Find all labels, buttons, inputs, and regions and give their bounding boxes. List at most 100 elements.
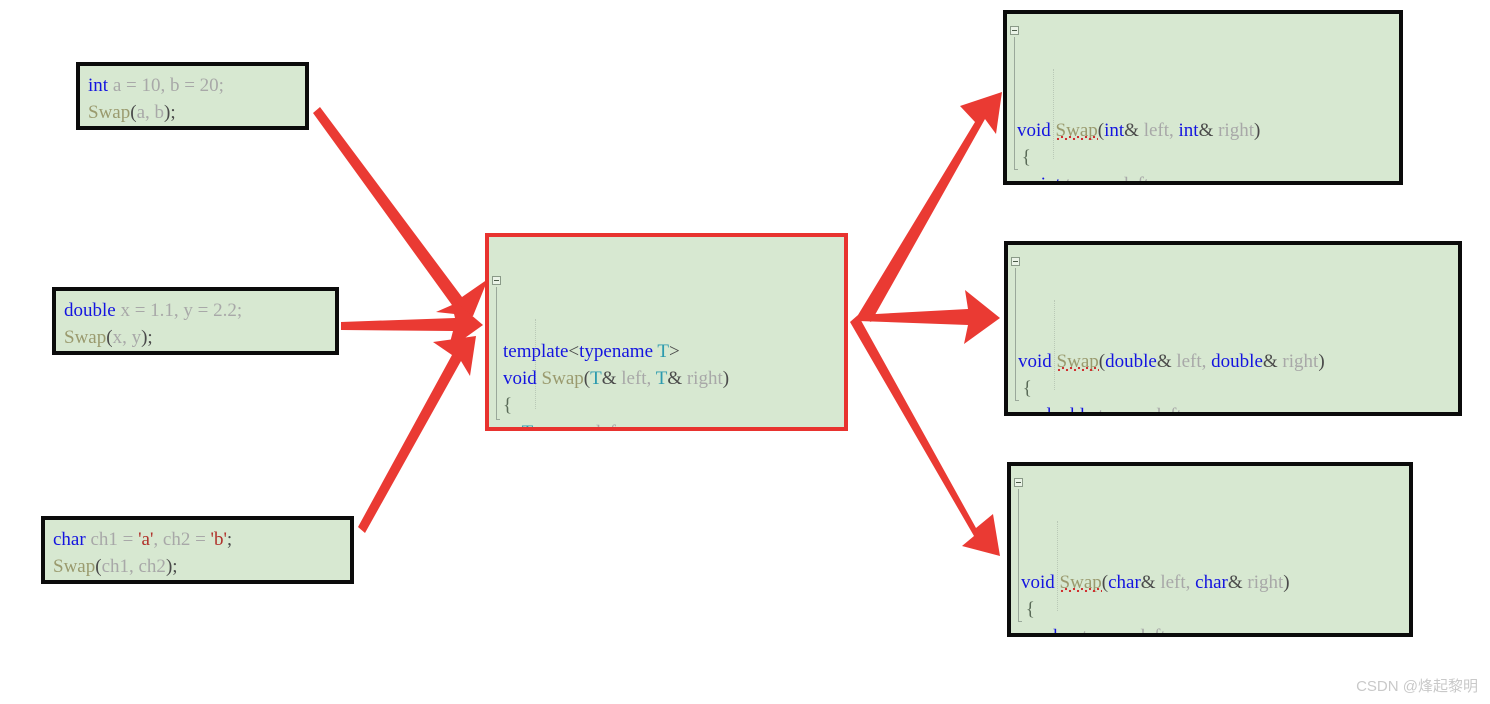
diagram-canvas: int a = 10, b = 20; Swap(a, b); double x …	[0, 0, 1490, 704]
scope-guide-line	[1014, 37, 1018, 170]
template-swap-line-3: {	[503, 392, 844, 419]
arrow-double-call-to-template	[341, 297, 483, 350]
scope-guide-line	[1018, 489, 1022, 622]
collapse-toggle-icon[interactable]	[1010, 26, 1019, 35]
code-token: >	[669, 341, 680, 362]
arrow-template-to-swap-double	[858, 290, 1000, 344]
code-token: double	[64, 300, 116, 321]
code-token: &	[1124, 120, 1139, 141]
code-token: void	[1017, 120, 1051, 141]
code-token-squiggly: Swap	[1056, 351, 1099, 372]
swap-int-line-1: void Swap(int& left, int& right)	[1017, 117, 1399, 144]
code-token: {	[503, 395, 513, 416]
code-token: int	[1104, 120, 1125, 141]
code-token: );	[165, 556, 178, 577]
call-double-line-1: double x = 1.1, y = 2.2;	[64, 297, 335, 324]
code-token: char	[53, 529, 86, 550]
call-char-line-2: Swap(ch1, ch2);	[53, 553, 350, 580]
call-site-char: char ch1 = 'a', ch2 = 'b'; Swap(ch1, ch2)…	[41, 516, 354, 584]
code-token: );	[164, 102, 176, 123]
code-token: &	[1156, 351, 1172, 372]
code-token: 'a'	[138, 529, 154, 550]
code-token: right	[682, 368, 723, 389]
template-definition-box: template<typename T> void Swap(T& left, T…	[485, 233, 848, 431]
code-token: ch1 =	[85, 529, 139, 550]
arrow-int-call-to-template	[313, 107, 488, 316]
instantiation-box-char: void Swap(char& left, char& right) { cha…	[1007, 462, 1413, 637]
code-token: T	[657, 341, 670, 362]
code-token: right	[1242, 572, 1284, 593]
instantiation-box-int: void Swap(int& left, int& right) { int t…	[1003, 10, 1403, 185]
swap-int-line-3: int temp = left;	[1017, 171, 1399, 185]
code-token: ;	[226, 529, 233, 550]
code-token: Swap	[88, 102, 131, 123]
call-int-line-2: Swap(a, b);	[88, 99, 305, 126]
call-char-line-1: char ch1 = 'a', ch2 = 'b';	[53, 526, 350, 553]
code-token: temp = left;	[533, 422, 627, 427]
arrow-template-to-swap-int	[858, 92, 1002, 322]
call-site-double: double x = 1.1, y = 2.2; Swap(x, y);	[52, 287, 339, 355]
code-token: void	[1018, 351, 1052, 372]
code-token: Swap	[53, 556, 96, 577]
code-token: {	[1021, 599, 1035, 620]
code-token: , ch2 =	[153, 529, 211, 550]
code-token: temp = left;	[1093, 405, 1188, 416]
code-token: &	[667, 368, 683, 389]
code-token: left,	[1171, 351, 1212, 372]
code-token: a = 10, b = 20;	[108, 75, 224, 96]
code-token: )	[722, 368, 730, 389]
code-token: int	[1178, 120, 1199, 141]
code-token: &	[1227, 572, 1243, 593]
code-token: 'b'	[210, 529, 227, 550]
code-token: {	[1018, 378, 1032, 399]
swap-double-line-3: double temp = left;	[1018, 402, 1458, 416]
template-swap-line-2: void Swap(T& left, T& right)	[503, 365, 844, 392]
collapse-toggle-icon[interactable]	[1011, 257, 1020, 266]
template-swap-line-1: template<typename T>	[503, 338, 844, 365]
arrow-char-call-to-template	[358, 336, 476, 533]
code-token: double	[1105, 351, 1157, 372]
csdn-watermark: CSDN @烽起黎明	[1356, 678, 1478, 695]
code-token: char	[1044, 626, 1078, 637]
code-token: )	[1283, 572, 1290, 593]
code-token: left,	[1155, 572, 1196, 593]
collapse-toggle-icon[interactable]	[492, 276, 501, 285]
code-token: Swap	[64, 327, 107, 348]
code-token: right	[1277, 351, 1319, 372]
code-token-squiggly: Swap	[1059, 572, 1102, 593]
code-token: T	[522, 422, 533, 427]
code-token: &	[1198, 120, 1214, 141]
code-token: int	[1040, 174, 1061, 185]
swap-char-line-3: char temp = left;	[1021, 623, 1409, 637]
template-swap-line-4: T temp = left;	[503, 419, 844, 427]
arrow-template-to-swap-char	[850, 315, 1000, 556]
code-token: temp = left;	[1060, 174, 1155, 185]
code-token: char	[1108, 572, 1141, 593]
code-token-squiggly: Swap	[1055, 120, 1098, 141]
code-token: T	[655, 368, 668, 389]
code-token: void	[1021, 572, 1055, 593]
code-token: {	[1017, 147, 1031, 168]
swap-double-line-1: void Swap(double& left, double& right)	[1018, 348, 1458, 375]
code-token: ch1, ch2	[101, 556, 166, 577]
code-token: )	[1254, 120, 1261, 141]
code-token: )	[1318, 351, 1325, 372]
code-token: left,	[1138, 120, 1179, 141]
collapse-toggle-icon[interactable]	[1014, 478, 1023, 487]
swap-double-line-2: {	[1018, 375, 1458, 402]
instantiation-box-double: void Swap(double& left, double& right) {…	[1004, 241, 1462, 416]
code-token: x = 1.1, y = 2.2;	[115, 300, 243, 321]
code-token: right	[1213, 120, 1254, 141]
code-token: template	[503, 341, 569, 362]
code-token: a, b	[136, 102, 164, 123]
code-token: <	[568, 341, 580, 362]
call-int-line-1: int a = 10, b = 20;	[88, 72, 305, 99]
call-double-line-2: Swap(x, y);	[64, 324, 335, 351]
code-token: void	[503, 368, 537, 389]
swap-int-line-2: {	[1017, 144, 1399, 171]
scope-guide-line	[1015, 268, 1019, 401]
